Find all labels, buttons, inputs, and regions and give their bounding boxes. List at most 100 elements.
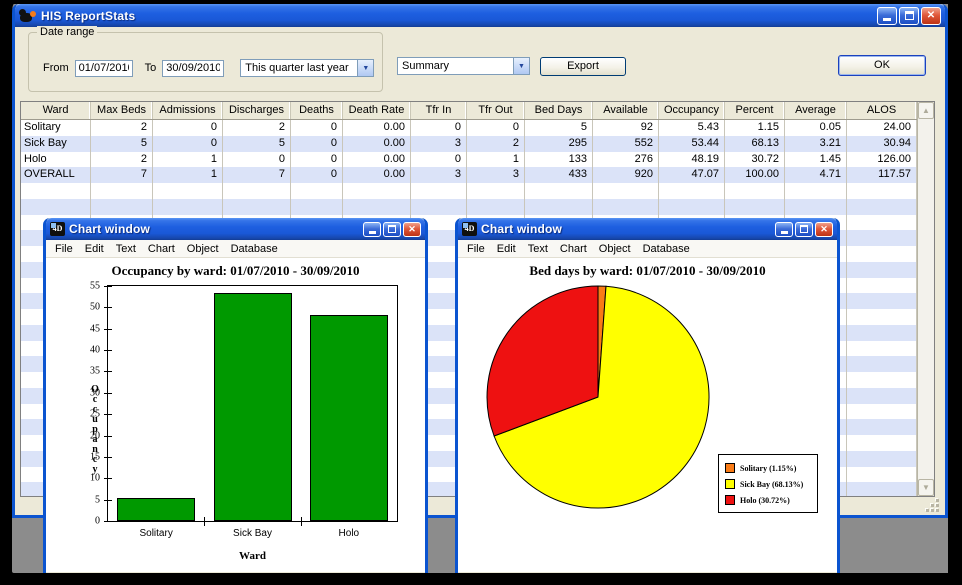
table-cell: [847, 215, 917, 231]
menu-item-text[interactable]: Text: [522, 242, 554, 256]
table-row[interactable]: Solitary20200.00005925.431.150.0524.00: [21, 120, 917, 136]
menu-item-chart[interactable]: Chart: [142, 242, 181, 256]
column-header-discharges[interactable]: Discharges: [223, 102, 291, 119]
table-empty-row[interactable]: [21, 183, 917, 199]
export-button[interactable]: Export: [540, 57, 626, 76]
minimize-button[interactable]: [877, 7, 897, 25]
maximize-button[interactable]: [383, 222, 401, 237]
table-cell: [21, 183, 91, 199]
pie-chart-window: 4D Chart window ✕ FileEditTextChartObjec…: [455, 218, 840, 576]
table-cell: 5: [91, 136, 153, 152]
table-cell: Solitary: [21, 120, 91, 136]
chart-titlebar[interactable]: 4D Chart window ✕: [458, 218, 837, 240]
table-cell: 7: [223, 167, 291, 183]
x-category-label: Sick Bay: [233, 528, 272, 539]
menu-item-database[interactable]: Database: [225, 242, 284, 256]
table-row[interactable]: OVERALL71700.003343392047.07100.004.7111…: [21, 167, 917, 183]
table-cell: [847, 388, 917, 404]
close-button[interactable]: ✕: [403, 222, 421, 237]
column-header-max-beds[interactable]: Max Beds: [91, 102, 153, 119]
table-scrollbar[interactable]: ▲ ▼: [917, 102, 934, 496]
period-dropdown[interactable]: This quarter last year ▼: [240, 59, 374, 77]
minimize-button[interactable]: [775, 222, 793, 237]
maximize-button[interactable]: [899, 7, 919, 25]
column-header-bed-days[interactable]: Bed Days: [525, 102, 593, 119]
y-tick-label: 10: [76, 473, 100, 484]
chart-window-title: Chart window: [69, 222, 359, 236]
table-cell: [785, 183, 847, 199]
legend-label: Sick Bay (68.13%): [740, 480, 803, 489]
legend-swatch: [725, 479, 735, 489]
to-date-input[interactable]: [162, 60, 224, 77]
table-cell: 0.00: [343, 152, 411, 168]
column-header-tfr-out[interactable]: Tfr Out: [467, 102, 525, 119]
table-cell: 1: [153, 152, 223, 168]
scroll-down-icon[interactable]: ▼: [918, 479, 934, 496]
table-cell: [847, 309, 917, 325]
menu-item-file[interactable]: File: [49, 242, 79, 256]
column-header-death-rate[interactable]: Death Rate: [343, 102, 411, 119]
y-tick-mark: [104, 500, 112, 501]
legend-entry: Holo (30.72%): [725, 492, 813, 508]
column-header-tfr-in[interactable]: Tfr In: [411, 102, 467, 119]
from-date-input[interactable]: [75, 60, 133, 77]
table-cell: [91, 183, 153, 199]
y-tick-label: 40: [76, 345, 100, 356]
minimize-button[interactable]: [363, 222, 381, 237]
table-cell: [291, 199, 343, 215]
table-cell: 0: [291, 136, 343, 152]
column-header-average[interactable]: Average: [785, 102, 847, 119]
bar-chart-plot: 0510152025303540455055SolitarySick BayHo…: [107, 285, 398, 522]
menu-item-chart[interactable]: Chart: [554, 242, 593, 256]
table-cell: [847, 356, 917, 372]
resize-grip[interactable]: [924, 498, 939, 512]
table-cell: [21, 199, 91, 215]
column-header-deaths[interactable]: Deaths: [291, 102, 343, 119]
table-cell: 0.00: [343, 120, 411, 136]
table-cell: 3: [411, 167, 467, 183]
table-cell: [525, 199, 593, 215]
menu-item-object[interactable]: Object: [181, 242, 225, 256]
table-cell: [291, 183, 343, 199]
column-header-available[interactable]: Available: [593, 102, 659, 119]
table-cell: 0: [291, 152, 343, 168]
maximize-button[interactable]: [795, 222, 813, 237]
close-button[interactable]: ✕: [921, 7, 941, 25]
menu-item-database[interactable]: Database: [637, 242, 696, 256]
table-cell: 53.44: [659, 136, 725, 152]
menu-item-object[interactable]: Object: [593, 242, 637, 256]
table-cell: [847, 230, 917, 246]
report-type-dropdown[interactable]: Summary ▼: [397, 57, 530, 75]
legend-label: Holo (30.72%): [740, 496, 790, 505]
column-header-admissions[interactable]: Admissions: [153, 102, 223, 119]
column-header-ward[interactable]: Ward: [21, 102, 91, 119]
table-row[interactable]: Sick Bay50500.003229555253.4468.133.2130…: [21, 136, 917, 152]
table-row[interactable]: Holo21000.000113327648.1930.721.45126.00: [21, 152, 917, 168]
ok-button[interactable]: OK: [838, 55, 926, 76]
menu-item-edit[interactable]: Edit: [79, 242, 110, 256]
bar-chart-xlabel: Ward: [107, 550, 398, 562]
y-tick-mark: [104, 329, 112, 330]
main-titlebar[interactable]: HIS ReportStats ✕: [15, 4, 945, 27]
4d-icon: 4D: [462, 222, 477, 236]
window-title: HIS ReportStats: [41, 9, 873, 23]
column-header-percent[interactable]: Percent: [725, 102, 785, 119]
menu-item-file[interactable]: File: [461, 242, 491, 256]
menu-item-text[interactable]: Text: [110, 242, 142, 256]
table-empty-row[interactable]: [21, 199, 917, 215]
x-category-label: Solitary: [139, 528, 172, 539]
scroll-up-icon[interactable]: ▲: [918, 102, 934, 119]
column-header-alos[interactable]: ALOS: [847, 102, 917, 119]
table-cell: [343, 199, 411, 215]
y-tick-mark: [104, 414, 112, 415]
table-header-row: WardMax BedsAdmissionsDischargesDeathsDe…: [21, 102, 917, 120]
menu-item-edit[interactable]: Edit: [491, 242, 522, 256]
chart-titlebar[interactable]: 4D Chart window ✕: [46, 218, 425, 240]
y-tick-mark: [104, 371, 112, 372]
close-button[interactable]: ✕: [815, 222, 833, 237]
bar-solitary: [117, 498, 195, 521]
table-cell: 4.71: [785, 167, 847, 183]
table-cell: 2: [91, 120, 153, 136]
column-header-occupancy[interactable]: Occupancy: [659, 102, 725, 119]
table-cell: [411, 199, 467, 215]
